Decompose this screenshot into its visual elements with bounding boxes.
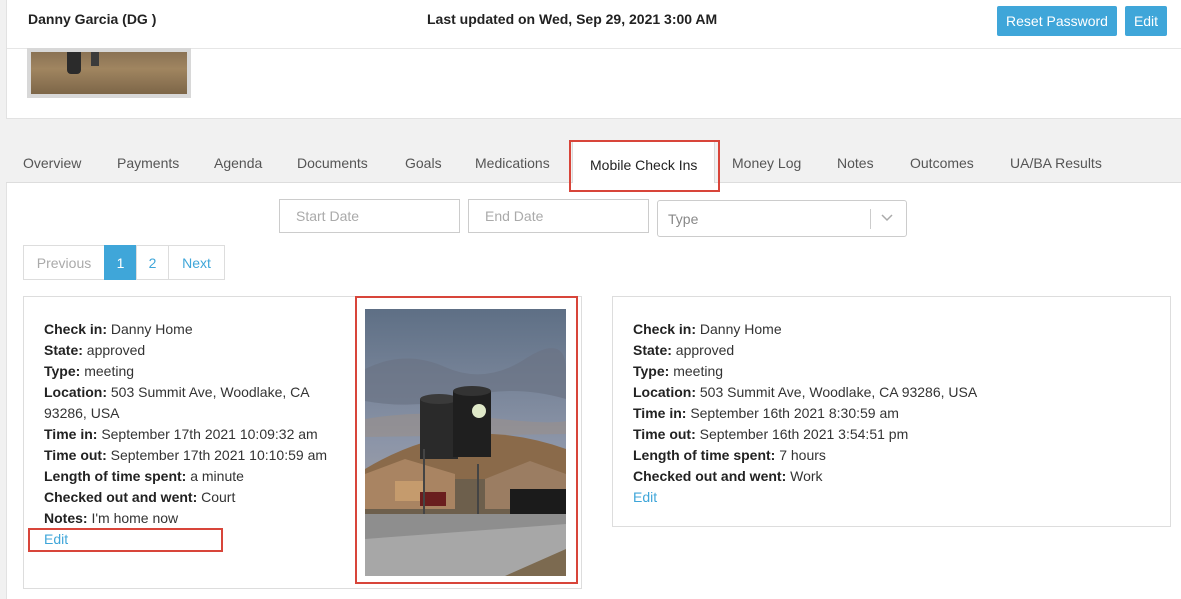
state-value: approved xyxy=(675,342,735,358)
pagination: Previous 1 2 Next xyxy=(23,245,225,280)
person-legs-shape xyxy=(91,52,99,66)
last-updated-text: Last updated on Wed, Sep 29, 2021 3:00 A… xyxy=(427,11,718,27)
location-label: Location: xyxy=(633,384,696,400)
next-page-button[interactable]: Next xyxy=(168,245,225,280)
type-select-placeholder: Type xyxy=(668,211,699,227)
select-separator xyxy=(870,209,871,229)
start-date-input[interactable]: Start Date xyxy=(279,199,460,233)
page-1-button[interactable]: 1 xyxy=(104,245,137,280)
tab-goals[interactable]: Goals xyxy=(405,155,442,171)
time-out-label: Time out: xyxy=(44,447,107,463)
time-in-label: Time in: xyxy=(633,405,687,421)
tab-overview[interactable]: Overview xyxy=(23,155,81,171)
notes-value: I'm home now xyxy=(91,510,179,526)
end-date-input[interactable]: End Date xyxy=(468,199,649,233)
person-legs-shape xyxy=(67,52,81,74)
check-in-card: Check in: Danny Home State: approved Typ… xyxy=(612,296,1171,527)
location-value: 503 Summit Ave, Woodlake, CA 93286, USA xyxy=(699,384,978,400)
tab-outcomes[interactable]: Outcomes xyxy=(910,155,974,171)
check-in-value: Danny Home xyxy=(110,321,193,337)
tab-agenda[interactable]: Agenda xyxy=(214,155,262,171)
type-label: Type: xyxy=(633,363,670,379)
client-photo xyxy=(27,48,191,98)
state-value: approved xyxy=(86,342,146,358)
notes-label: Notes: xyxy=(44,510,88,526)
check-in-details: Check in: Danny Home State: approved Typ… xyxy=(44,319,334,550)
check-in-label: Check in: xyxy=(44,321,108,337)
client-header-bar: Danny Garcia (DG ) Last updated on Wed, … xyxy=(7,0,1181,49)
client-header-card: Danny Garcia (DG ) Last updated on Wed, … xyxy=(6,0,1181,119)
type-value: meeting xyxy=(673,363,724,379)
edit-check-in-link[interactable]: Edit xyxy=(44,529,334,550)
length-label: Length of time spent: xyxy=(633,447,776,463)
check-in-photo[interactable] xyxy=(365,309,566,576)
client-tabs: Overview Payments Agenda Documents Goals… xyxy=(6,140,1181,190)
chevron-down-icon[interactable] xyxy=(880,206,894,233)
page-2-button[interactable]: 2 xyxy=(136,245,169,280)
time-out-label: Time out: xyxy=(633,426,696,442)
length-label: Length of time spent: xyxy=(44,468,187,484)
tab-medications[interactable]: Medications xyxy=(475,155,550,171)
check-in-value: Danny Home xyxy=(699,321,782,337)
type-value: meeting xyxy=(84,363,135,379)
previous-page-button[interactable]: Previous xyxy=(23,245,105,280)
state-label: State: xyxy=(44,342,83,358)
tab-ua-ba-results[interactable]: UA/BA Results xyxy=(1010,155,1102,171)
went-value: Work xyxy=(790,468,823,484)
type-select[interactable]: Type xyxy=(657,200,907,237)
length-value: 7 hours xyxy=(779,447,826,463)
type-label: Type: xyxy=(44,363,81,379)
went-label: Checked out and went: xyxy=(44,489,198,505)
time-in-label: Time in: xyxy=(44,426,98,442)
tab-documents[interactable]: Documents xyxy=(297,155,368,171)
check-in-photo-image xyxy=(365,309,566,576)
went-label: Checked out and went: xyxy=(633,468,787,484)
went-value: Court xyxy=(201,489,236,505)
length-value: a minute xyxy=(190,468,244,484)
state-label: State: xyxy=(633,342,672,358)
time-in-value: September 17th 2021 10:09:32 am xyxy=(101,426,318,442)
reset-password-button[interactable]: Reset Password xyxy=(997,6,1117,36)
client-name: Danny Garcia (DG ) xyxy=(28,11,157,27)
tab-notes[interactable]: Notes xyxy=(837,155,874,171)
edit-check-in-link[interactable]: Edit xyxy=(633,487,1133,508)
check-in-label: Check in: xyxy=(633,321,697,337)
tab-payments[interactable]: Payments xyxy=(117,155,179,171)
time-out-value: September 16th 2021 3:54:51 pm xyxy=(699,426,909,442)
edit-client-button[interactable]: Edit xyxy=(1125,6,1167,36)
check-in-details: Check in: Danny Home State: approved Typ… xyxy=(633,319,1133,508)
time-out-value: September 17th 2021 10:10:59 am xyxy=(110,447,328,463)
location-label: Location: xyxy=(44,384,107,400)
tab-money-log[interactable]: Money Log xyxy=(732,155,801,171)
time-in-value: September 16th 2021 8:30:59 am xyxy=(690,405,899,421)
